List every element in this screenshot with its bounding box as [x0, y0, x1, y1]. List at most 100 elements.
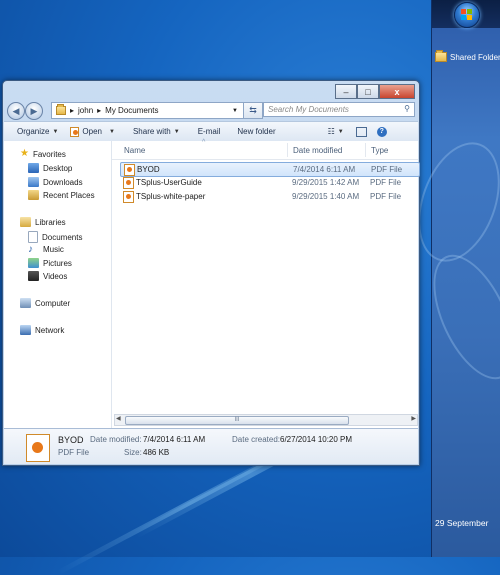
chevron-down-icon: ▼ [173, 128, 180, 135]
details-pane: BYOD PDF File Date modified: 7/4/2014 6:… [4, 429, 418, 464]
scroll-right-icon[interactable]: ▶ [411, 415, 416, 422]
file-date: 9/29/2015 1:42 AM [292, 178, 360, 187]
search-placeholder: Search My Documents [268, 105, 349, 114]
nav-favorites[interactable]: ★ Favorites [20, 149, 66, 159]
new-folder-button[interactable]: New folder [237, 127, 275, 136]
file-type: PDF File [370, 178, 402, 187]
decorative-swirl [416, 242, 500, 392]
nav-recent-places[interactable]: Recent Places [28, 190, 95, 200]
details-size: 486 KB [143, 448, 170, 457]
help-icon: ? [376, 126, 387, 137]
file-name: BYOD [137, 165, 160, 174]
preview-pane-button[interactable] [355, 126, 367, 137]
email-label: E-mail [197, 127, 221, 136]
back-button[interactable]: ◀ [7, 102, 25, 120]
pdf-icon [123, 177, 134, 189]
sidebar: Shared Folder 29 September [403, 0, 500, 557]
caption-buttons: – □ x [335, 84, 415, 99]
column-header-type[interactable]: Type [371, 146, 388, 155]
organize-button[interactable]: Organize ▼ [17, 127, 58, 136]
details-size-label: Size: [124, 448, 142, 457]
file-row[interactable]: BYOD 7/4/2014 6:11 AM PDF File [120, 162, 420, 177]
details-file-name: BYOD [58, 435, 84, 445]
details-date-modified-label: Date modified: [90, 435, 142, 444]
column-headers: Name ^ Date modified Type [112, 139, 418, 160]
content-area: ★ Favorites Desktop Downloads Recent Plac… [4, 139, 420, 429]
breadcrumb-john[interactable]: john [78, 106, 93, 115]
open-label: Open [82, 127, 102, 136]
file-type: PDF File [371, 165, 403, 174]
navigation-pane: ★ Favorites Desktop Downloads Recent Plac… [4, 141, 112, 428]
pdf-icon [124, 164, 135, 176]
arrow-right-icon: ▶ [30, 105, 38, 116]
music-icon: ♪ [28, 244, 33, 255]
refresh-button[interactable]: ⇆ [243, 102, 263, 119]
recent-places-icon [28, 190, 39, 200]
nav-computer[interactable]: Computer [20, 298, 70, 308]
close-button[interactable]: x [379, 84, 415, 99]
chevron-right-icon: ▸ [70, 106, 75, 115]
scroll-thumb[interactable]: III [125, 416, 349, 425]
libraries-icon [20, 217, 31, 227]
nav-libraries[interactable]: Libraries [20, 217, 66, 227]
arrow-left-icon: ◀ [12, 105, 20, 116]
maximize-button[interactable]: □ [357, 84, 379, 99]
nav-music[interactable]: ♪ Music [28, 244, 64, 255]
details-date-created: 6/27/2014 10:20 PM [280, 435, 353, 444]
chevron-down-icon[interactable]: ▼ [232, 108, 238, 114]
maximize-icon: □ [365, 86, 371, 97]
search-input[interactable]: Search My Documents ⚲ [263, 102, 415, 117]
pictures-icon [28, 258, 39, 268]
chevron-right-icon: ▸ [97, 106, 102, 115]
open-button[interactable]: Open ▼ [70, 126, 115, 137]
share-with-button[interactable]: Share with ▼ [133, 127, 180, 136]
breadcrumb-my-documents[interactable]: My Documents [105, 106, 158, 115]
nav-videos[interactable]: Videos [28, 271, 67, 281]
downloads-icon [28, 177, 39, 187]
scroll-left-icon[interactable]: ◀ [116, 415, 121, 422]
documents-icon [28, 231, 38, 243]
nav-downloads[interactable]: Downloads [28, 177, 83, 187]
nav-label: Network [35, 325, 65, 335]
pdf-large-icon [26, 434, 50, 462]
folder-icon [435, 50, 447, 62]
explorer-window: – □ x ◀ ▶ ▸ john ▸ My Documents ▼ ⇆ Sear… [2, 80, 420, 466]
email-button[interactable]: E-mail [198, 127, 221, 136]
nav-network[interactable]: Network [20, 325, 64, 335]
nav-label: Recent Places [43, 190, 95, 200]
file-name: TSplus-UserGuide [136, 178, 202, 187]
videos-icon [28, 271, 39, 281]
minimize-button[interactable]: – [335, 84, 357, 99]
chevron-down-icon: ▼ [109, 128, 115, 135]
pdf-icon [123, 191, 134, 203]
star-icon: ★ [20, 148, 29, 159]
nav-desktop[interactable]: Desktop [28, 163, 72, 173]
nav-label: Music [43, 245, 64, 254]
help-button[interactable]: ? [376, 126, 387, 137]
horizontal-scrollbar[interactable]: ◀ III ▶ [114, 414, 418, 426]
start-button[interactable] [454, 2, 480, 28]
nav-documents[interactable]: Documents [28, 231, 82, 243]
column-header-name[interactable]: Name [124, 146, 145, 155]
nav-pictures[interactable]: Pictures [28, 258, 72, 268]
column-divider[interactable] [365, 143, 366, 157]
nav-label: Downloads [43, 177, 83, 187]
folder-icon [56, 104, 66, 115]
file-name: TSplus-white-paper [136, 192, 206, 201]
nav-label: Documents [42, 232, 83, 242]
forward-button[interactable]: ▶ [25, 102, 43, 120]
shared-folder-link[interactable]: Shared Folder [435, 50, 500, 62]
sidebar-date: 29 September [435, 518, 489, 528]
column-divider[interactable] [287, 143, 288, 157]
minimize-icon: – [343, 86, 349, 97]
view-button[interactable]: ☷ ▼ [328, 127, 344, 136]
column-header-date[interactable]: Date modified [293, 146, 342, 155]
file-list: Name ^ Date modified Type BYOD 7/4/2014 … [112, 139, 420, 428]
address-bar[interactable]: ▸ john ▸ My Documents ▼ [51, 102, 263, 119]
nav-label: Libraries [35, 217, 66, 227]
details-file-type: PDF File [58, 448, 90, 457]
file-row[interactable]: TSplus-UserGuide 9/29/2015 1:42 AM PDF F… [120, 176, 418, 189]
file-row[interactable]: TSplus-white-paper 9/29/2015 1:40 AM PDF… [120, 190, 418, 203]
share-with-label: Share with [132, 127, 171, 136]
chevron-down-icon: ▼ [52, 128, 59, 135]
